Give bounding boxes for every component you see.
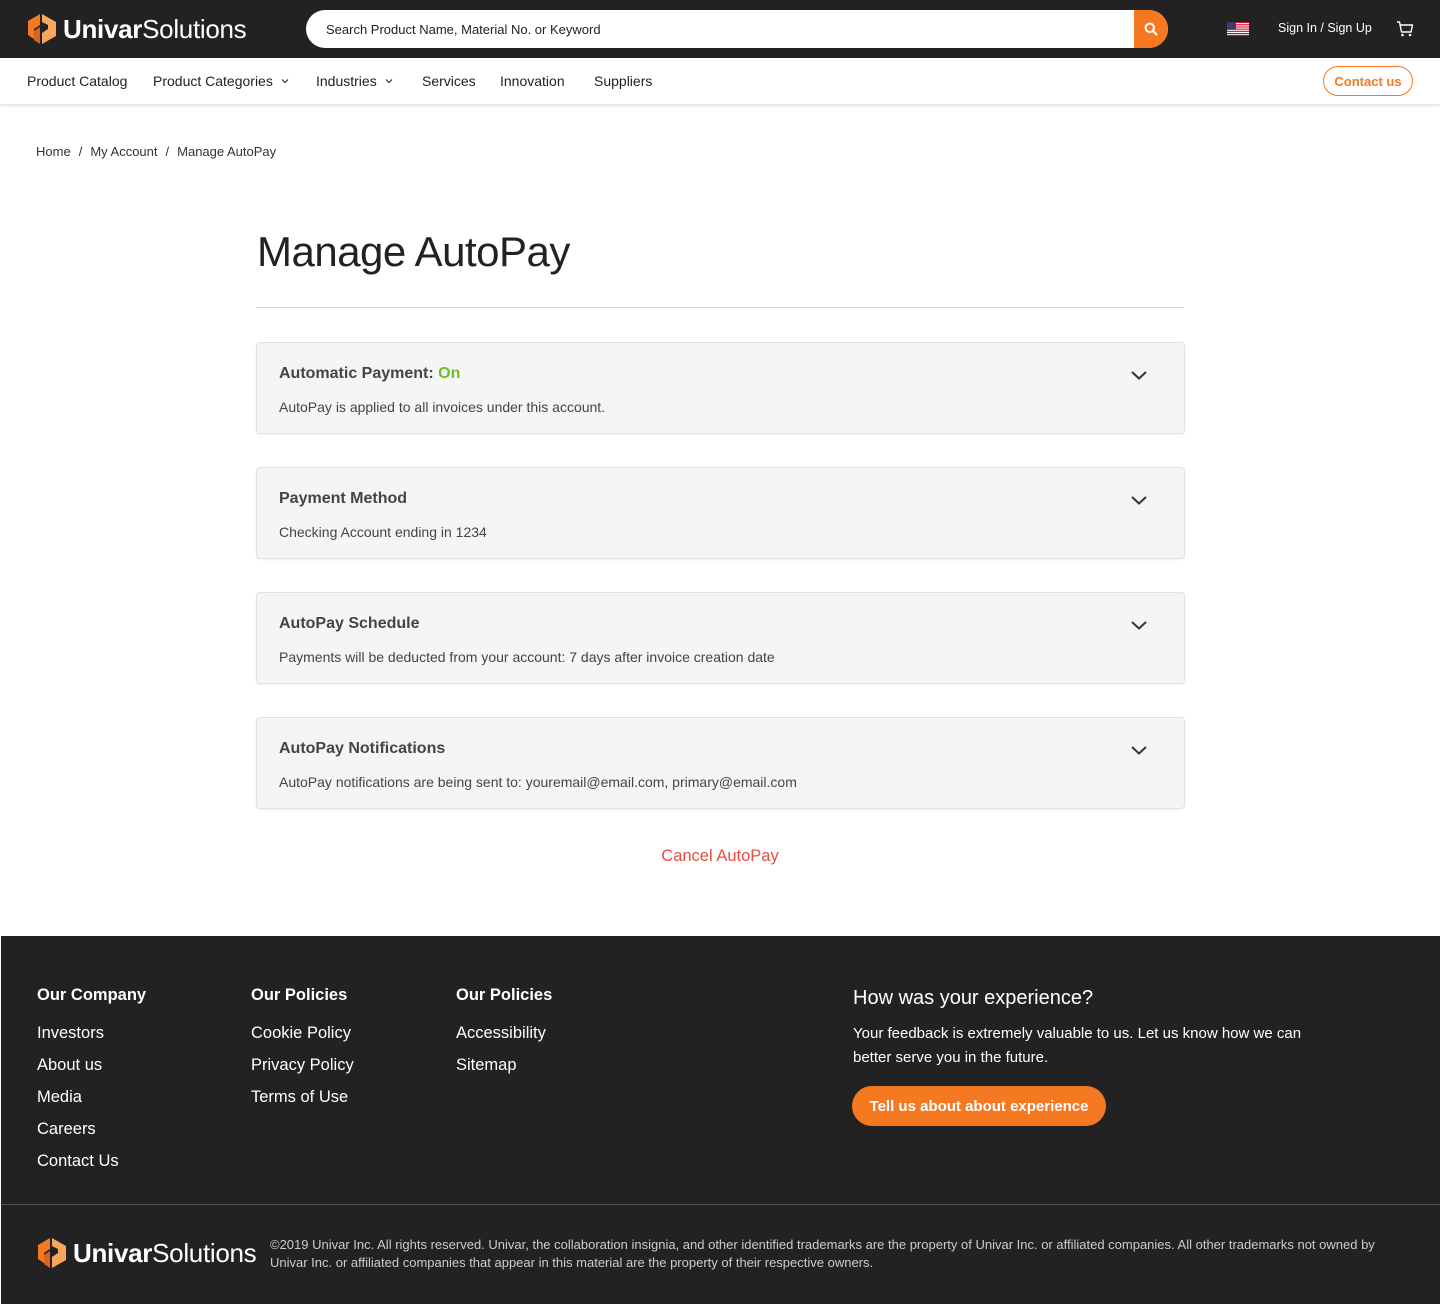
footer-divider — [1, 1204, 1440, 1205]
card-description: AutoPay notifications are being sent to:… — [279, 774, 797, 790]
breadcrumb-current: Manage AutoPay — [177, 144, 277, 159]
status-badge: On — [438, 365, 461, 382]
footer-link-sitemap[interactable]: Sitemap — [456, 1056, 517, 1075]
nav-item-innovation[interactable]: Innovation — [500, 73, 565, 89]
cart-icon[interactable] — [1396, 20, 1414, 38]
footer: Our Company Investors About us Media Car… — [1, 936, 1440, 1304]
title-divider — [256, 307, 1184, 308]
search-button[interactable] — [1134, 10, 1168, 48]
breadcrumb: Home / My Account / Manage AutoPay — [36, 144, 276, 159]
search-bar — [306, 10, 1168, 48]
chevron-down-icon — [281, 79, 289, 84]
footer-link-careers[interactable]: Careers — [37, 1120, 96, 1139]
card-description: AutoPay is applied to all invoices under… — [279, 399, 606, 415]
card-description: Checking Account ending in 1234 — [279, 524, 487, 540]
footer-link-privacy-policy[interactable]: Privacy Policy — [251, 1056, 354, 1075]
autopay-schedule-card[interactable]: AutoPay Schedule Payments will be deduct… — [256, 592, 1185, 684]
automatic-payment-card[interactable]: Automatic Payment: On AutoPay is applied… — [256, 342, 1185, 434]
cancel-autopay-link[interactable]: Cancel AutoPay — [0, 847, 1440, 866]
copyright-text: ©2019 Univar Inc. All rights reserved. U… — [270, 1237, 1375, 1270]
nav-item-industries[interactable]: Industries — [316, 73, 393, 89]
breadcrumb-separator: / — [78, 144, 83, 159]
univar-logo[interactable]: UnivarSolutions — [36, 1236, 257, 1270]
search-icon — [1144, 22, 1158, 36]
univar-logo-mark-icon — [38, 1238, 66, 1268]
page-title: Manage AutoPay — [257, 228, 570, 275]
nav-item-label: Product Catalog — [27, 73, 128, 89]
us-flag-icon[interactable] — [1227, 22, 1249, 36]
card-description: Payments will be deducted from your acco… — [279, 649, 775, 665]
univar-logo-mark-icon — [28, 14, 56, 44]
search-input[interactable] — [306, 10, 1134, 48]
footer-heading-policies-2: Our Policies — [456, 986, 553, 1004]
footer-link-terms-of-use[interactable]: Terms of Use — [251, 1088, 348, 1107]
card-title: Automatic Payment: On — [279, 365, 461, 382]
feedback-title: How was your experience? — [853, 987, 1094, 1009]
chevron-down-icon[interactable] — [1130, 494, 1148, 506]
univar-logo[interactable]: UnivarSolutions — [26, 12, 247, 46]
univar-logo-text: UnivarSolutions — [63, 13, 247, 44]
nav-item-product-categories[interactable]: Product Categories — [153, 73, 289, 89]
main-nav: Product Catalog Product Categories Indus… — [0, 58, 1440, 104]
footer-link-investors[interactable]: Investors — [37, 1024, 104, 1043]
nav-item-suppliers[interactable]: Suppliers — [594, 73, 652, 89]
footer-link-media[interactable]: Media — [37, 1088, 82, 1107]
feedback-text: Your feedback is extremely valuable to u… — [853, 1025, 1302, 1066]
footer-heading-policies: Our Policies — [251, 986, 348, 1004]
nav-item-label: Suppliers — [594, 73, 653, 89]
footer-link-accessibility[interactable]: Accessibility — [456, 1024, 546, 1043]
feedback-button[interactable]: Tell us about about experience — [852, 1086, 1106, 1126]
footer-link-contact-us[interactable]: Contact Us — [37, 1152, 119, 1171]
chevron-down-icon[interactable] — [1130, 744, 1148, 756]
payment-method-card[interactable]: Payment Method Checking Account ending i… — [256, 467, 1185, 559]
nav-item-services[interactable]: Services — [422, 73, 476, 89]
nav-item-label: Product Categories — [153, 73, 273, 89]
contact-us-button[interactable]: Contact us — [1323, 66, 1413, 96]
top-bar: UnivarSolutions Sign In / Sign Up — [0, 0, 1440, 58]
nav-item-label: Innovation — [500, 73, 565, 89]
nav-item-product-catalog[interactable]: Product Catalog — [27, 73, 127, 89]
breadcrumb-home[interactable]: Home — [36, 144, 71, 159]
sign-in-link[interactable]: Sign In / Sign Up — [1278, 21, 1372, 35]
breadcrumb-separator: / — [165, 144, 170, 159]
footer-heading-company: Our Company — [37, 986, 147, 1004]
card-title: AutoPay Schedule — [279, 615, 420, 632]
chevron-down-icon — [385, 79, 393, 84]
nav-item-label: Industries — [316, 73, 377, 89]
breadcrumb-my-account[interactable]: My Account — [90, 144, 157, 159]
chevron-down-icon[interactable] — [1130, 369, 1148, 381]
footer-link-about-us[interactable]: About us — [37, 1056, 102, 1075]
nav-item-label: Services — [422, 73, 476, 89]
card-title: AutoPay Notifications — [279, 740, 446, 757]
autopay-notifications-card[interactable]: AutoPay Notifications AutoPay notificati… — [256, 717, 1185, 809]
footer-link-cookie-policy[interactable]: Cookie Policy — [251, 1024, 351, 1043]
univar-logo-text: UnivarSolutions — [73, 1237, 257, 1268]
card-title: Payment Method — [279, 490, 408, 507]
chevron-down-icon[interactable] — [1130, 619, 1148, 631]
